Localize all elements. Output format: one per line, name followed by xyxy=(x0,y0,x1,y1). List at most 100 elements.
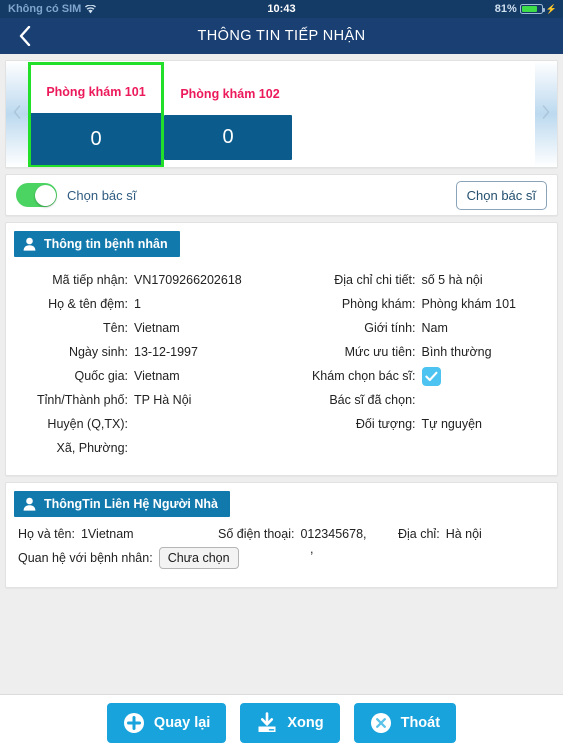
field-label: Họ và tên: xyxy=(18,527,75,541)
field-row: Quốc gia: Vietnam xyxy=(6,365,282,388)
battery-percent-label: 81% xyxy=(494,3,517,15)
toggle-knob xyxy=(35,184,56,206)
lightning-bolt-icon: ⚡ xyxy=(545,3,557,14)
field-value: VN1709266202618 xyxy=(134,273,242,287)
field-value: Tự nguyện xyxy=(421,417,483,431)
contact-row: Họ và tên: 1Vietnam Số điện thoại: 01234… xyxy=(18,527,557,556)
button-label: Xong xyxy=(287,714,324,731)
doctor-select-toggle[interactable] xyxy=(16,183,57,207)
chevron-right-icon xyxy=(542,104,550,124)
field-label: Khám chọn bác sĩ: xyxy=(311,369,416,383)
family-contact-header: ThôngTin Liên Hệ Người Nhà xyxy=(14,491,230,517)
back-button[interactable] xyxy=(8,18,42,54)
page-title: THÔNG TIN TIẾP NHẬN xyxy=(197,28,366,44)
download-icon xyxy=(258,711,276,732)
field-value: Bình thường xyxy=(421,345,492,359)
doctor-select-label: Chọn bác sĩ xyxy=(67,187,137,203)
choose-doctor-button[interactable]: Chọn bác sĩ xyxy=(455,180,547,210)
field-row: Họ & tên đệm: 1 xyxy=(6,293,282,316)
field-label: Xã, Phường: xyxy=(56,441,128,455)
field-label: Tên: xyxy=(102,321,128,335)
patient-info-panel: Thông tin bệnh nhân Mã tiếp nhận: VN1709… xyxy=(5,222,558,476)
done-action-button[interactable]: Xong xyxy=(240,702,340,743)
field-label: Tỉnh/Thành phố: xyxy=(36,393,128,407)
field-value: 1Vietnam xyxy=(80,527,134,541)
patient-info-header: Thông tin bệnh nhân xyxy=(14,231,180,257)
field-value: Phòng khám 101 xyxy=(421,297,517,311)
x-circle-icon xyxy=(370,712,391,733)
family-contact-fields: Họ và tên: 1Vietnam Số điện thoại: 01234… xyxy=(6,517,557,587)
field-row: Bác sĩ đã chọn: xyxy=(282,389,558,412)
contact-phone-field: Số điện thoại: 012345678, , xyxy=(218,527,398,556)
contact-name-field: Họ và tên: 1Vietnam xyxy=(18,527,218,541)
field-row: Tên: Vietnam xyxy=(6,317,282,340)
field-label: Ngày sinh: xyxy=(68,345,128,359)
field-value: số 5 hà nội xyxy=(421,273,483,287)
carousel-prev-button[interactable] xyxy=(6,61,28,167)
relation-select-button[interactable]: Chưa chọn xyxy=(158,547,239,569)
field-label: Đối tượng: xyxy=(355,417,416,431)
chevron-left-icon xyxy=(13,104,21,124)
field-value: Vietnam xyxy=(134,369,180,383)
person-icon xyxy=(23,497,36,511)
nav-bar: THÔNG TIN TIẾP NHẬN xyxy=(0,18,563,54)
doctor-select-row: Chọn bác sĩ Chọn bác sĩ xyxy=(5,174,558,216)
button-label: Thoát xyxy=(400,714,441,731)
chevron-left-icon xyxy=(19,26,31,46)
room-count: 0 xyxy=(31,113,161,165)
field-label: Địa chỉ chi tiết: xyxy=(334,273,416,287)
field-row: Huyện (Q,TX): xyxy=(6,413,282,436)
field-label: Huyện (Q,TX): xyxy=(47,417,128,431)
field-label: Mức ưu tiên: xyxy=(344,345,416,359)
field-value: 012345678, xyxy=(300,527,367,541)
back-action-button[interactable]: Quay lại xyxy=(106,702,227,743)
field-row: Mã tiếp nhận: VN1709266202618 xyxy=(6,269,282,292)
field-row-checkbox: Khám chọn bác sĩ: xyxy=(282,365,558,388)
plus-circle-icon xyxy=(123,712,144,733)
carousel-next-button[interactable] xyxy=(535,61,557,167)
field-value: Hà nội xyxy=(445,527,482,541)
battery-icon xyxy=(519,4,545,14)
button-label: Quay lại xyxy=(153,714,211,731)
clock: 10:43 xyxy=(267,3,296,15)
status-bar: Không có SIM 10:43 81% ⚡ xyxy=(0,0,563,18)
room-name: Phòng khám 102 xyxy=(180,87,280,101)
patient-fields: Mã tiếp nhận: VN1709266202618 Họ & tên đ… xyxy=(6,257,557,475)
field-label: Mã tiếp nhận: xyxy=(52,273,128,287)
patient-info-title: Thông tin bệnh nhân xyxy=(44,237,168,251)
room-card[interactable]: Phòng khám 101 0 xyxy=(28,62,164,167)
family-contact-panel: ThôngTin Liên Hệ Người Nhà Họ và tên: 1V… xyxy=(5,482,558,588)
person-icon xyxy=(23,237,36,251)
contact-row: Quan hệ với bệnh nhân: Chưa chọn xyxy=(18,547,557,569)
room-count: 0 xyxy=(164,115,292,160)
doctor-selection-checkbox[interactable] xyxy=(421,367,441,386)
field-value: 1 xyxy=(134,297,141,311)
patient-fields-right: Địa chỉ chi tiết: số 5 hà nội Phòng khám… xyxy=(282,269,558,461)
family-contact-title: ThôngTin Liên Hệ Người Nhà xyxy=(44,497,218,511)
checkmark-icon xyxy=(424,371,437,382)
app-screen: Không có SIM 10:43 81% ⚡ THÔNG TIN TIẾP … xyxy=(0,0,563,750)
field-row: Phòng khám: Phòng khám 101 xyxy=(282,293,558,316)
status-bar-right: 81% ⚡ xyxy=(495,3,557,15)
field-label: Quốc gia: xyxy=(74,369,128,383)
field-row: Đối tượng: Tự nguyện xyxy=(282,413,558,436)
field-label: Số điện thoại: xyxy=(218,527,295,541)
field-value: Nam xyxy=(421,321,448,335)
field-row: Tỉnh/Thành phố: TP Hà Nội xyxy=(6,389,282,412)
field-label: Địa chỉ: xyxy=(398,527,440,541)
field-row: Mức ưu tiên: Bình thường xyxy=(282,341,558,364)
exit-action-button[interactable]: Thoát xyxy=(353,702,457,743)
bottom-action-bar: Quay lại Xong Thoát xyxy=(0,694,563,750)
field-row: Giới tính: Nam xyxy=(282,317,558,340)
field-row: Địa chỉ chi tiết: số 5 hà nội xyxy=(282,269,558,292)
field-label: Giới tính: xyxy=(364,321,416,335)
field-row: Xã, Phường: xyxy=(6,437,282,460)
room-list: Phòng khám 101 0 Phòng khám 102 0 xyxy=(28,61,535,167)
field-label: Họ & tên đệm: xyxy=(48,297,128,311)
room-carousel: Phòng khám 101 0 Phòng khám 102 0 xyxy=(5,60,558,168)
field-value: Vietnam xyxy=(134,321,180,335)
phone-continuation: , xyxy=(310,542,314,556)
field-label: Phòng khám: xyxy=(341,297,416,311)
field-label: Quan hệ với bệnh nhân: xyxy=(18,551,153,565)
room-card[interactable]: Phòng khám 102 0 xyxy=(164,62,296,166)
